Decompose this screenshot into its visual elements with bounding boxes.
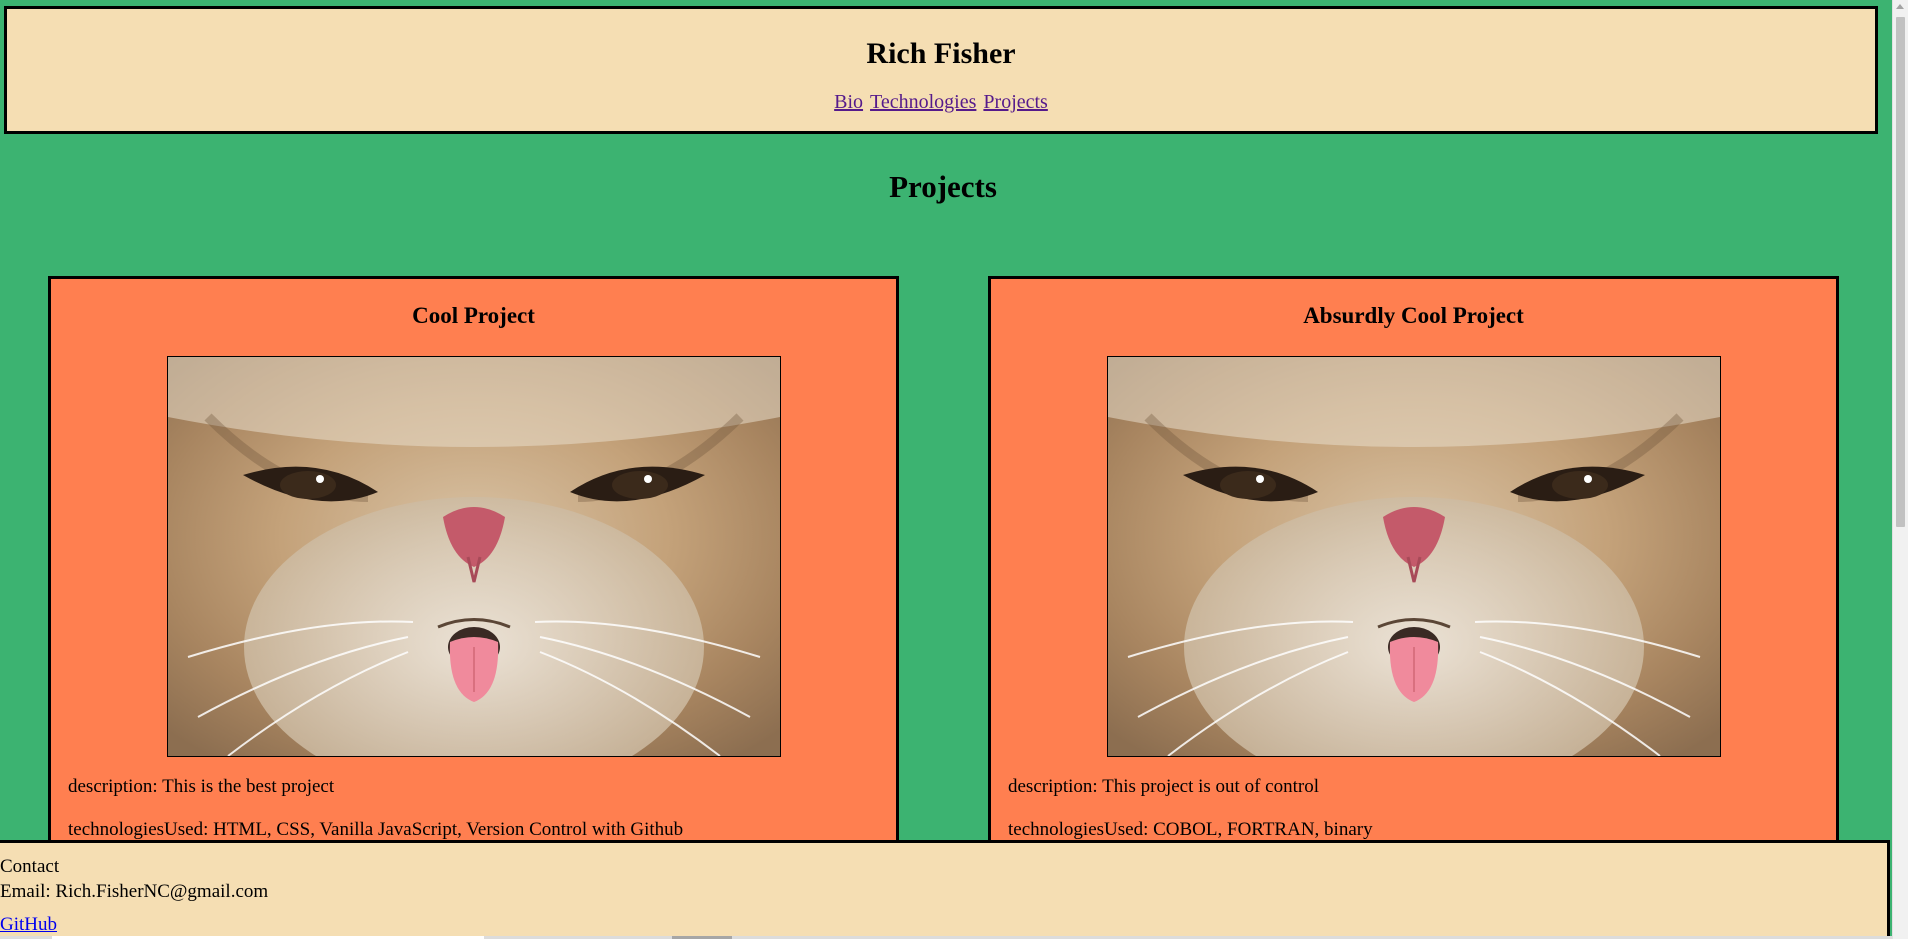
cat-photo-illustration xyxy=(1108,357,1720,756)
project-title: Cool Project xyxy=(412,303,535,328)
site-header: Rich Fisher Bio Technologies Projects xyxy=(4,6,1878,134)
project-description: description: This project is out of cont… xyxy=(1008,776,1319,797)
vertical-scrollbar[interactable] xyxy=(1892,0,1908,939)
project-technologies: technologiesUsed: COBOL, FORTRAN, binary xyxy=(1008,819,1373,840)
site-footer: Contact Email: Rich.FisherNC@gmail.com G… xyxy=(0,840,1890,939)
cat-photo-illustration xyxy=(168,357,780,756)
contact-heading: Contact xyxy=(0,856,60,877)
project-technologies: technologiesUsed: HTML, CSS, Vanilla Jav… xyxy=(68,819,684,840)
project-image xyxy=(167,356,781,757)
scroll-up-arrow-icon[interactable] xyxy=(1896,4,1904,9)
nav-link-bio[interactable]: Bio xyxy=(834,91,863,113)
page-content: Rich Fisher Bio Technologies Projects Pr… xyxy=(0,0,1892,939)
scrollbar-thumb[interactable] xyxy=(1896,17,1905,527)
page-title: Projects xyxy=(889,169,997,204)
project-description: description: This is the best project xyxy=(68,776,335,797)
nav-link-projects[interactable]: Projects xyxy=(983,91,1047,113)
project-title: Absurdly Cool Project xyxy=(1303,303,1524,328)
main-nav: Bio Technologies Projects xyxy=(7,91,1875,114)
nav-link-technologies[interactable]: Technologies xyxy=(870,91,976,113)
github-link[interactable]: GitHub xyxy=(0,914,57,936)
site-title: Rich Fisher xyxy=(866,37,1016,70)
contact-email: Email: Rich.FisherNC@gmail.com xyxy=(0,881,269,902)
project-image xyxy=(1107,356,1721,757)
browser-viewport: Rich Fisher Bio Technologies Projects Pr… xyxy=(0,0,1908,939)
